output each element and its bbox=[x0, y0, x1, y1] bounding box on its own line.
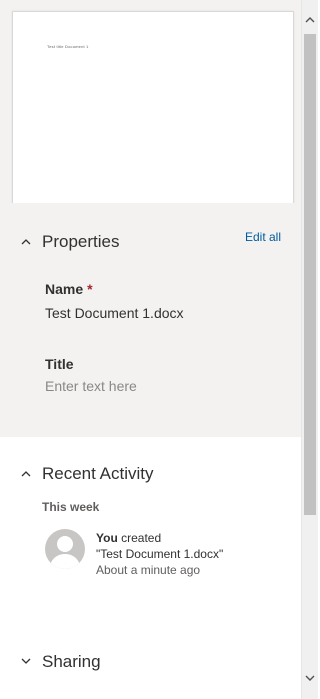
sharing-section: Sharing bbox=[0, 637, 301, 699]
scroll-down-arrow-icon[interactable] bbox=[302, 670, 318, 686]
thumbnail-text: Test title Document 1 bbox=[47, 44, 89, 49]
details-panel: Test title Document 1 Properties Edit al… bbox=[0, 0, 301, 699]
person-icon bbox=[45, 529, 85, 569]
activity-period-label: This week bbox=[42, 500, 100, 514]
title-input[interactable] bbox=[45, 378, 275, 394]
chevron-up-icon[interactable] bbox=[20, 236, 32, 248]
scroll-up-arrow-icon[interactable] bbox=[302, 12, 318, 28]
name-label-text: Name bbox=[45, 281, 84, 297]
required-indicator: * bbox=[87, 281, 93, 297]
activity-target: "Test Document 1.docx" bbox=[96, 547, 224, 561]
chevron-up-icon[interactable] bbox=[20, 468, 32, 480]
activity-action: created bbox=[121, 531, 162, 545]
recent-activity-title: Recent Activity bbox=[42, 464, 154, 483]
scrollbar-thumb[interactable] bbox=[304, 34, 316, 515]
sharing-header[interactable]: Sharing bbox=[0, 642, 301, 682]
activity-actor-line: You created bbox=[96, 531, 161, 545]
recent-activity-header[interactable]: Recent Activity bbox=[0, 454, 301, 494]
name-value[interactable]: Test Document 1.docx bbox=[45, 305, 184, 321]
properties-title: Properties bbox=[42, 232, 120, 251]
vertical-scrollbar[interactable] bbox=[301, 0, 318, 699]
document-thumbnail[interactable]: Test title Document 1 bbox=[12, 11, 294, 204]
document-preview-area: Test title Document 1 bbox=[0, 0, 301, 204]
activity-actor: You bbox=[96, 531, 118, 545]
properties-section: Properties Edit all Name * Test Document … bbox=[0, 203, 301, 437]
activity-time: About a minute ago bbox=[96, 563, 201, 577]
name-label: Name * bbox=[45, 281, 93, 297]
recent-activity-section: Recent Activity This week You created "T… bbox=[0, 437, 301, 637]
chevron-down-icon[interactable] bbox=[20, 655, 32, 667]
title-label: Title bbox=[45, 356, 74, 372]
edit-all-link[interactable]: Edit all bbox=[245, 230, 281, 244]
sharing-title: Sharing bbox=[42, 652, 101, 671]
